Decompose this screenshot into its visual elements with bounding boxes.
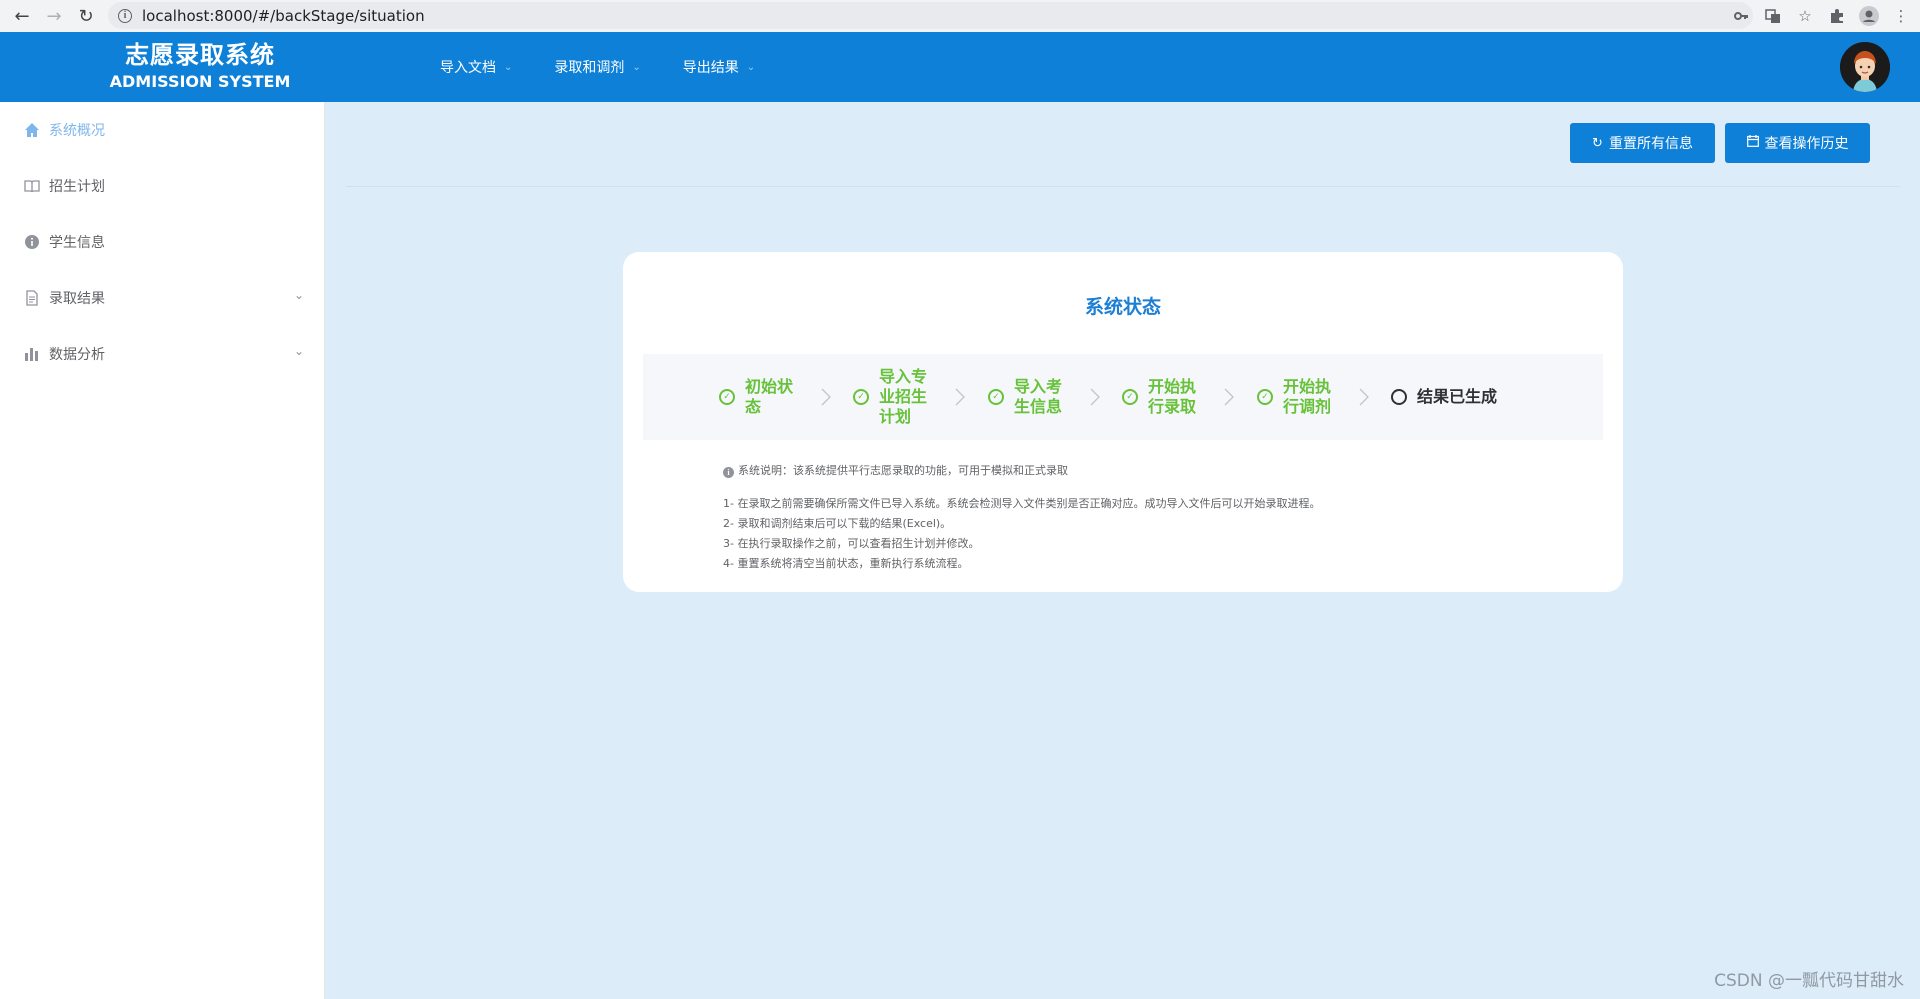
url-text: localhost:8000/#/backStage/situation	[142, 6, 425, 25]
step-label: 导入考生信息	[1014, 377, 1063, 416]
chevron-right-icon	[1359, 388, 1369, 406]
translate-icon[interactable]	[1762, 5, 1784, 27]
sidebar-item-label: 数据分析	[49, 347, 105, 363]
logo-title-en: ADMISSION SYSTEM	[109, 72, 291, 91]
list-item: 2- 录取和调剂结束后可以下载的结果(Excel)。	[723, 517, 952, 530]
sidebar-item-label: 录取结果	[49, 291, 105, 307]
reload-icon[interactable]: ↻	[70, 2, 102, 30]
reset-all-button[interactable]: ↻ 重置所有信息	[1570, 123, 1715, 163]
reset-all-label: 重置所有信息	[1608, 136, 1693, 152]
profile-icon[interactable]	[1858, 5, 1880, 27]
check-circle-icon: ✓	[719, 389, 735, 405]
main-content: ↻ 重置所有信息 查看操作历史 系统状态 ✓ 初始状态 ✓ 导入专业招生计划 ✓…	[326, 102, 1920, 999]
check-circle-icon: ✓	[1122, 389, 1138, 405]
sidebar: 系统概况 招生计划 学生信息 录取结果 ⌄ 数据分析 ⌄	[0, 102, 325, 999]
circle-icon	[1391, 389, 1407, 405]
list-item: 4- 重置系统将清空当前状态，重新执行系统流程。	[723, 557, 969, 570]
card-title: 系统状态	[1084, 296, 1161, 318]
menu-import-docs[interactable]: 导入文档 ⌄	[440, 57, 512, 77]
back-arrow-icon[interactable]: ←	[6, 2, 38, 30]
avatar-icon	[1840, 42, 1890, 92]
sidebar-item-student-info[interactable]: 学生信息	[0, 214, 324, 270]
logo-title-cn: 志愿录取系统	[125, 41, 275, 69]
sidebar-item-data-analysis[interactable]: 数据分析 ⌄	[0, 326, 324, 382]
chevron-right-icon	[1090, 388, 1100, 406]
status-steps: ✓ 初始状态 ✓ 导入专业招生计划 ✓ 导入考生信息 ✓ 开始执行录取 ✓ 开始	[643, 354, 1603, 440]
sidebar-item-label: 系统概况	[49, 123, 105, 139]
chevron-down-icon[interactable]: ⌄	[294, 288, 304, 302]
calendar-icon	[1746, 135, 1759, 151]
view-history-button[interactable]: 查看操作历史	[1725, 123, 1870, 163]
extension-icon[interactable]	[1826, 5, 1848, 27]
chevron-down-icon: ⌄	[504, 61, 513, 73]
list-item: 3- 在执行录取操作之前，可以查看招生计划并修改。	[723, 537, 980, 550]
check-circle-icon: ✓	[1257, 389, 1273, 405]
top-menu: 导入文档 ⌄ 录取和调剂 ⌄ 导出结果 ⌄	[440, 32, 797, 102]
sidebar-item-overview[interactable]: 系统概况	[0, 102, 324, 158]
kebab-menu-icon[interactable]: ⋮	[1890, 5, 1912, 27]
browser-actions: ☆ ⋮	[1730, 0, 1912, 32]
forward-arrow-icon[interactable]: →	[38, 2, 70, 30]
check-circle-icon: ✓	[853, 389, 869, 405]
notes-list: 1- 在录取之前需要确保所需文件已导入系统。系统会检测导入文件类别是否正确对应。…	[723, 494, 1320, 574]
chevron-down-icon[interactable]: ⌄	[294, 344, 304, 358]
sidebar-item-enrollment-plan[interactable]: 招生计划	[0, 158, 324, 214]
menu-label: 导出结果	[682, 60, 739, 76]
system-description: i 系统说明：该系统提供平行志愿录取的功能，可用于模拟和正式录取	[723, 462, 1068, 478]
refresh-icon: ↻	[1592, 135, 1603, 151]
chevron-down-icon: ⌄	[746, 61, 756, 73]
sidebar-item-label: 学生信息	[49, 235, 105, 251]
sidebar-item-label: 招生计划	[49, 179, 105, 195]
bar-chart-icon	[24, 346, 40, 362]
view-history-label: 查看操作历史	[1764, 136, 1849, 152]
check-circle-icon: ✓	[988, 389, 1004, 405]
key-icon[interactable]	[1730, 5, 1752, 27]
chevron-right-icon	[1224, 388, 1234, 406]
info-circle-icon	[24, 234, 40, 250]
info-icon: i	[723, 467, 734, 478]
step-label: 导入专业招生计划	[879, 367, 928, 426]
step-initial: ✓ 初始状态	[719, 354, 797, 440]
chevron-down-icon: ⌄	[632, 61, 641, 73]
document-icon	[24, 290, 40, 306]
divider	[346, 186, 1900, 187]
chevron-right-icon	[821, 388, 831, 406]
book-icon	[24, 178, 40, 194]
address-bar[interactable]: i localhost:8000/#/backStage/situation	[108, 2, 1753, 29]
step-label: 结果已生成	[1417, 387, 1498, 406]
step-label: 开始执行调剂	[1283, 377, 1332, 416]
menu-label: 导入文档	[440, 60, 496, 76]
star-icon[interactable]: ☆	[1794, 5, 1816, 27]
menu-label: 录取和调剂	[554, 60, 625, 76]
system-status-card: 系统状态 ✓ 初始状态 ✓ 导入专业招生计划 ✓ 导入考生信息 ✓ 开始执行录取	[623, 252, 1623, 592]
sidebar-item-admission-results[interactable]: 录取结果 ⌄	[0, 270, 324, 326]
logo[interactable]: 志愿录取系统 ADMISSION SYSTEM	[100, 40, 300, 92]
description-text: 系统说明：该系统提供平行志愿录取的功能，可用于模拟和正式录取	[738, 464, 1068, 477]
browser-toolbar: ← → ↻ i localhost:8000/#/backStage/situa…	[0, 0, 1920, 32]
step-import-plan: ✓ 导入专业招生计划	[853, 354, 931, 440]
step-import-students: ✓ 导入考生信息	[988, 354, 1066, 440]
menu-admission-adjust[interactable]: 录取和调剂 ⌄	[554, 57, 640, 77]
menu-export-results[interactable]: 导出结果 ⌄	[683, 57, 755, 77]
step-results-generated: 结果已生成	[1391, 354, 1497, 440]
step-label: 初始状态	[745, 377, 794, 416]
home-icon	[24, 122, 40, 138]
avatar[interactable]	[1840, 42, 1890, 92]
watermark: CSDN @一瓢代码甘甜水	[1714, 971, 1904, 991]
chevron-right-icon	[955, 388, 965, 406]
app-header: 志愿录取系统 ADMISSION SYSTEM 导入文档 ⌄ 录取和调剂 ⌄ 导…	[0, 32, 1920, 102]
step-start-adjustment: ✓ 开始执行调剂	[1257, 354, 1335, 440]
list-item: 1- 在录取之前需要确保所需文件已导入系统。系统会检测导入文件类别是否正确对应。…	[723, 497, 1321, 510]
info-icon[interactable]: i	[118, 8, 132, 23]
step-start-admission: ✓ 开始执行录取	[1122, 354, 1200, 440]
step-label: 开始执行录取	[1148, 377, 1197, 416]
